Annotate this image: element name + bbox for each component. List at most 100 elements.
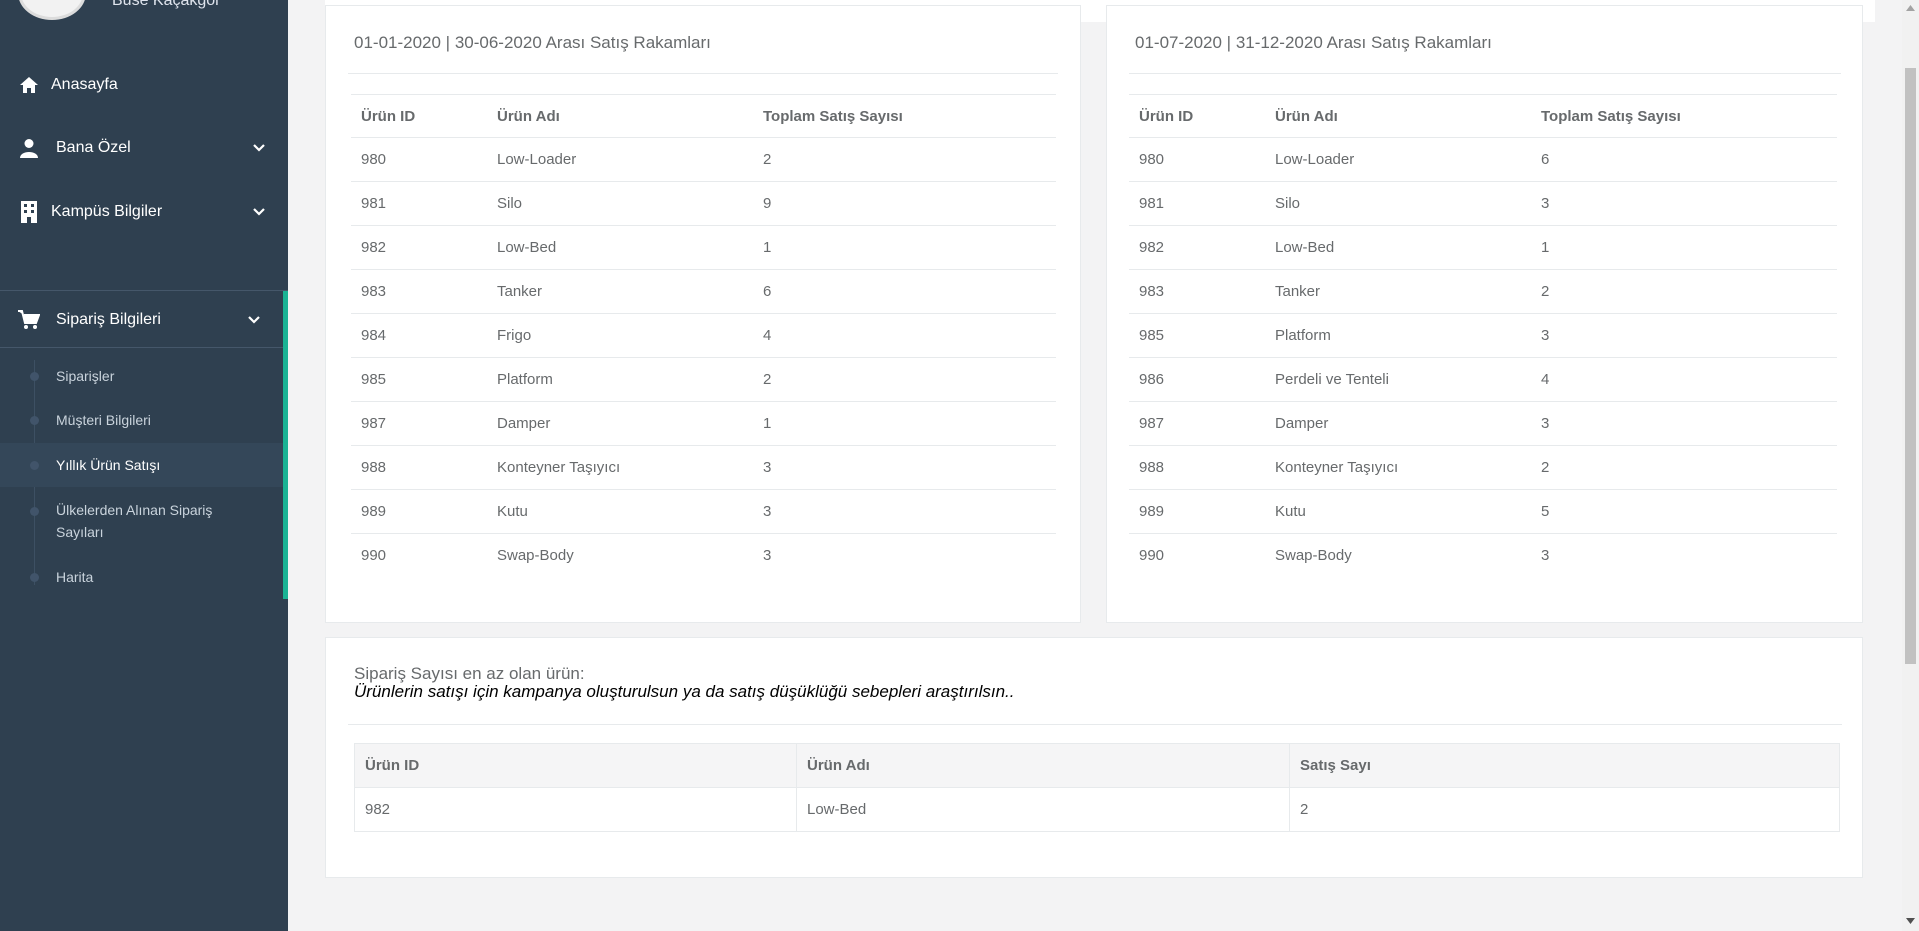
cell: 2 [753,137,1056,182]
cell: 6 [1531,137,1837,182]
cell: Low-Bed [1265,225,1531,270]
first-half-table: Ürün ID Ürün Adı Toplam Satış Sayısı 980… [351,94,1056,578]
column-header: Satış Sayı [1289,743,1840,788]
cell: Kutu [487,489,753,534]
panel-divider [348,73,1058,74]
nav-item-campus[interactable]: Kampüs Bilgiler [0,189,288,235]
bullet-dot [30,372,39,381]
column-header: Ürün ID [354,743,797,788]
table-row: 988 Konteyner Taşıyıcı 3 [351,445,1056,490]
table-row: 982 Low-Bed 2 [354,787,1840,832]
profile-area: Buse Kaçakgöl [0,0,288,20]
table-row: 986 Perdeli ve Tenteli 4 [1129,357,1837,402]
table-row: 980 Low-Loader 2 [351,137,1056,182]
cell: 4 [753,313,1056,358]
sidebar-subitem-customers[interactable]: Müşteri Bilgileri [0,407,283,433]
second-half-panel: 01-07-2020 | 31-12-2020 Arası Satış Raka… [1106,5,1863,623]
table-row: 989 Kutu 5 [1129,489,1837,534]
nav-item-orders[interactable]: Sipariş Bilgileri [0,297,283,343]
least-ordered-panel: Sipariş Sayısı en az olan ürün: Ürünleri… [325,637,1863,878]
bullet-dot [30,507,39,516]
home-icon [18,74,40,96]
cell: 981 [351,181,487,226]
sidebar-subitem-map[interactable]: Harita [0,564,283,590]
cell: 990 [1139,547,1165,565]
cell: Silo [1265,181,1531,226]
cell: 2 [1531,445,1837,490]
subitem-label: Yıllık Ürün Satışı [56,457,161,473]
cell: 3 [1531,313,1837,358]
cell: Silo [487,181,753,226]
cell: Tanker [1265,269,1531,314]
cell: 990 [361,547,387,565]
chevron-down-icon [253,208,265,216]
scroll-up-arrow-icon[interactable] [1906,5,1915,11]
cell: 980 [351,137,487,182]
cell: Low-Bed [796,787,1290,832]
table-header-row: Ürün ID Ürün Adı Satış Sayı [354,743,1840,788]
profile-name: Buse Kaçakgöl [112,0,219,9]
cell: 988 [351,445,487,490]
least-ordered-heading: Sipariş Sayısı en az olan ürün: [354,664,585,683]
nav-label-campus: Kampüs Bilgiler [51,203,163,220]
subitem-label: Siparişler [56,368,115,384]
cell: Platform [1265,313,1531,358]
second-half-table: Ürün ID Ürün Adı Toplam Satış Sayısı 980… [1129,94,1837,578]
table-row: 987 Damper 1 [351,401,1056,446]
nav-item-personal[interactable]: Bana Özel [0,125,288,171]
cell: 982 [354,787,797,832]
bullet-dot [30,573,39,582]
cell: 1 [1531,225,1837,270]
sidebar-divider [0,347,283,348]
cell: 3 [1531,181,1837,226]
cell: 982 [1129,225,1265,270]
sidebar: Buse Kaçakgöl Anasayfa Bana Özel Kampüs … [0,0,288,931]
cell: Low-Loader [1265,137,1531,182]
cell: 982 [351,225,487,270]
cell: Damper [1265,401,1531,446]
column-header: Toplam Satış Sayısı [753,94,1056,138]
vertical-scrollbar[interactable] [1902,0,1919,931]
table-row: 981 Silo 3 [1129,181,1837,226]
column-header: Ürün ID [1129,94,1265,138]
cell: Swap-Body [497,547,574,565]
bullet-dot [30,416,39,425]
table-row: 981 Silo 9 [351,181,1056,226]
nav-label-personal: Bana Özel [56,139,131,156]
nav-item-home[interactable]: Anasayfa [0,62,288,108]
subitem-label: Harita [56,569,94,585]
sidebar-subitem-orders-list[interactable]: Siparişler [0,363,283,389]
cell: Damper [487,401,753,446]
cell: 3 [753,489,1056,534]
first-half-panel: 01-01-2020 | 30-06-2020 Arası Satış Raka… [325,5,1081,623]
cell: Perdeli ve Tenteli [1265,357,1531,402]
column-header: Toplam Satış Sayısı [1531,94,1837,138]
cell: Kutu [1265,489,1531,534]
cell: 983 [1129,269,1265,314]
cell: 9 [753,181,1056,226]
scroll-down-arrow-icon[interactable] [1906,918,1915,924]
table-row: 980 Low-Loader 6 [1129,137,1837,182]
column-header: Ürün Adı [796,743,1290,788]
scroll-thumb[interactable] [1905,68,1916,664]
cell: Frigo [487,313,753,358]
sidebar-subitem-country-orders[interactable]: Ülkelerden Alınan Sipariş Sayıları [0,498,283,546]
cell: Swap-Body [1275,547,1352,565]
table-row: 990 Swap-Body 3 [351,534,1056,578]
cell: Low-Loader [487,137,753,182]
cell: Konteyner Taşıyıcı [487,445,753,490]
table-row: 983 Tanker 2 [1129,269,1837,314]
cell: Tanker [487,269,753,314]
cell: 987 [351,401,487,446]
table-row: 987 Damper 3 [1129,401,1837,446]
table-row: 982 Low-Bed 1 [351,225,1056,270]
panel-title: 01-07-2020 | 31-12-2020 Arası Satış Raka… [1135,33,1492,52]
avatar[interactable] [18,0,86,20]
cell: 1 [753,401,1056,446]
sidebar-subitem-annual-sales[interactable]: Yıllık Ürün Satışı [0,443,283,487]
least-ordered-suggestion: Ürünlerin satışı için kampanya oluşturul… [354,682,1015,701]
cell: 984 [351,313,487,358]
subitem-label: Ülkelerden Alınan Sipariş Sayıları [56,502,213,540]
nav-label-orders: Sipariş Bilgileri [56,311,161,328]
cell: 3 [1531,401,1837,446]
